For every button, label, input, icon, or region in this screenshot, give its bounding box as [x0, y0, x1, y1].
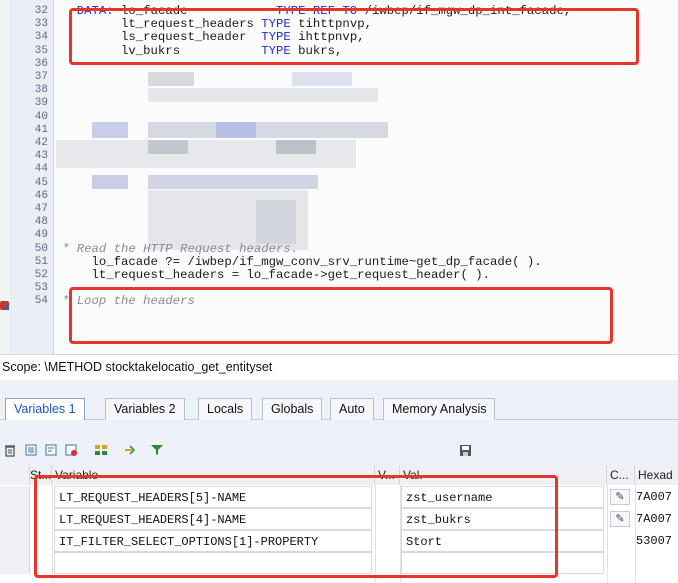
redacted-block	[148, 88, 378, 102]
expand-icon[interactable]	[24, 444, 38, 458]
code-editor[interactable]: 32 33 34 35 36 37 38 39 40 41 42 43 44 45 46 47 48 49 50 51…	[0, 0, 678, 354]
row-selector[interactable]	[0, 508, 30, 530]
redacted-block	[148, 175, 318, 189]
breakpoint-icon[interactable]	[0, 301, 9, 310]
redacted-block	[92, 122, 128, 138]
tab-memory-analysis[interactable]: Memory Analysis	[383, 398, 496, 420]
highlight-box-declarations	[69, 8, 639, 65]
tab-locals[interactable]: Locals	[198, 398, 253, 420]
redacted-block	[148, 140, 188, 154]
redacted-block	[276, 140, 316, 154]
debugger-panel: Variables 1 Variables 2 Locals Globals A…	[0, 380, 678, 583]
tab-variables-2[interactable]: Variables 2	[105, 398, 185, 420]
tab-auto[interactable]: Auto	[330, 398, 374, 420]
line-number: 40	[34, 110, 48, 123]
hex-value: 7A007	[636, 490, 673, 504]
line-number-gutter: 32 33 34 35 36 37 38 39 40 41 42 43 44 45 46 47 48 49 50 51…	[10, 0, 54, 354]
row-selector[interactable]	[0, 552, 30, 574]
line-number: 48	[34, 216, 48, 229]
line-number: 32	[34, 5, 48, 17]
line-number: 43	[34, 150, 48, 163]
scope-bar: Scope: \METHOD stocktakelocatio_get_enti…	[0, 354, 678, 380]
line-number: 41	[34, 123, 48, 136]
row-selector[interactable]	[0, 486, 30, 508]
redacted-block	[92, 175, 128, 189]
highlight-box-header-read	[69, 287, 613, 344]
save-icon[interactable]	[458, 444, 472, 458]
line-number: 36	[34, 57, 48, 70]
redacted-block	[256, 200, 296, 244]
line-number: 53	[34, 282, 48, 295]
line-number: 51	[34, 255, 48, 268]
hex-value: 53007	[636, 534, 673, 548]
variables-grid: St... Variable V... Val. C... Hexad LT_R…	[0, 465, 678, 583]
redacted-block	[148, 72, 194, 86]
line-number: 38	[34, 84, 48, 97]
tab-variables-1[interactable]: Variables 1	[5, 398, 85, 420]
column-header-hexadecimal[interactable]: Hexad	[635, 465, 678, 485]
line-number: 50	[34, 242, 48, 255]
transfer-icon[interactable]	[123, 444, 137, 458]
line-number: 37	[34, 71, 48, 83]
highlight-box-variables	[34, 475, 558, 578]
code-line[interactable]: lo_facade ?= /iwbep/if_mgw_conv_srv_runt…	[62, 254, 542, 269]
remove-row-icon[interactable]	[64, 444, 78, 458]
grid-icon[interactable]	[94, 444, 108, 458]
pencil-icon[interactable]: ✎	[610, 511, 630, 527]
line-number: 42	[34, 137, 48, 149]
tab-globals[interactable]: Globals	[262, 398, 323, 420]
redacted-block	[216, 122, 256, 138]
scope-label: Scope: \METHOD stocktakelocatio_get_enti…	[2, 360, 273, 374]
grid-toolbar	[0, 444, 678, 462]
code-token: lo_facade ?= /iwbep/if_mgw_conv_srv_runt…	[62, 254, 542, 269]
row-selector[interactable]	[0, 530, 30, 552]
line-number: 35	[34, 44, 48, 57]
column-header-c[interactable]: C...	[607, 465, 635, 485]
delete-icon[interactable]	[3, 444, 17, 458]
pencil-icon[interactable]: ✎	[610, 489, 630, 505]
line-number: 54	[34, 295, 48, 308]
line-number: 49	[34, 229, 48, 242]
line-number: 34	[34, 31, 48, 44]
code-token: lt_request_headers = lo_facade->get_requ…	[62, 268, 491, 282]
variables-tab-bar: Variables 1 Variables 2 Locals Globals A…	[0, 398, 678, 420]
redacted-block	[148, 122, 388, 138]
collapse-icon[interactable]	[44, 444, 58, 458]
line-number: 45	[34, 176, 48, 189]
row-header-corner	[0, 465, 30, 485]
code-line[interactable]: * Read the HTTP Request headers.	[62, 241, 299, 256]
line-number: 52	[34, 269, 48, 281]
hex-value: 7A007	[636, 512, 673, 526]
line-number: 39	[34, 97, 48, 110]
filter-icon[interactable]	[150, 444, 164, 458]
line-number: 46	[34, 189, 48, 202]
line-number: 44	[34, 163, 48, 176]
line-number: 47	[34, 203, 48, 215]
redacted-block	[292, 72, 352, 86]
code-line[interactable]: lt_request_headers = lo_facade->get_requ…	[62, 268, 491, 282]
comment-token: * Read the HTTP Request headers.	[62, 241, 299, 256]
line-number: 33	[34, 18, 48, 31]
